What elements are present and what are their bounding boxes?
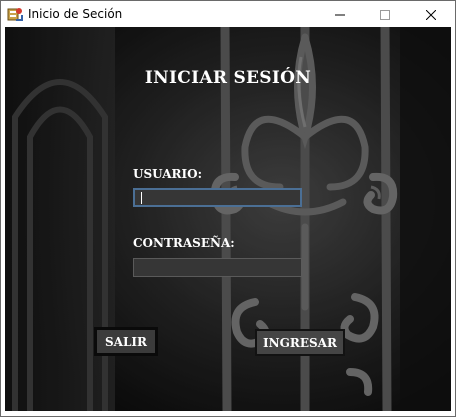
login-window: Inicio de Seción INICIAR SESIÓN USUARIO:… [0,0,456,417]
login-panel: INICIAR SESIÓN USUARIO: CONTRASEÑA: SALI… [5,27,451,411]
password-field[interactable] [133,258,302,277]
maximize-button[interactable] [362,1,408,27]
minimize-button[interactable] [317,1,363,27]
close-button[interactable] [408,1,454,27]
title-bar[interactable]: Inicio de Seción [1,1,455,27]
page-title: INICIAR SESIÓN [144,68,312,88]
java-app-icon [7,6,23,22]
username-label: USUARIO: [133,167,203,181]
exit-button[interactable]: SALIR [94,327,158,356]
username-field[interactable] [133,188,302,207]
maximize-icon [380,5,390,24]
password-label: CONTRASEÑA: [133,236,235,250]
minimize-icon [335,5,345,24]
login-button[interactable]: INGRESAR [255,329,345,356]
window-title: Inicio de Seción [28,7,123,21]
text-caret [141,192,142,204]
close-icon [425,5,437,24]
